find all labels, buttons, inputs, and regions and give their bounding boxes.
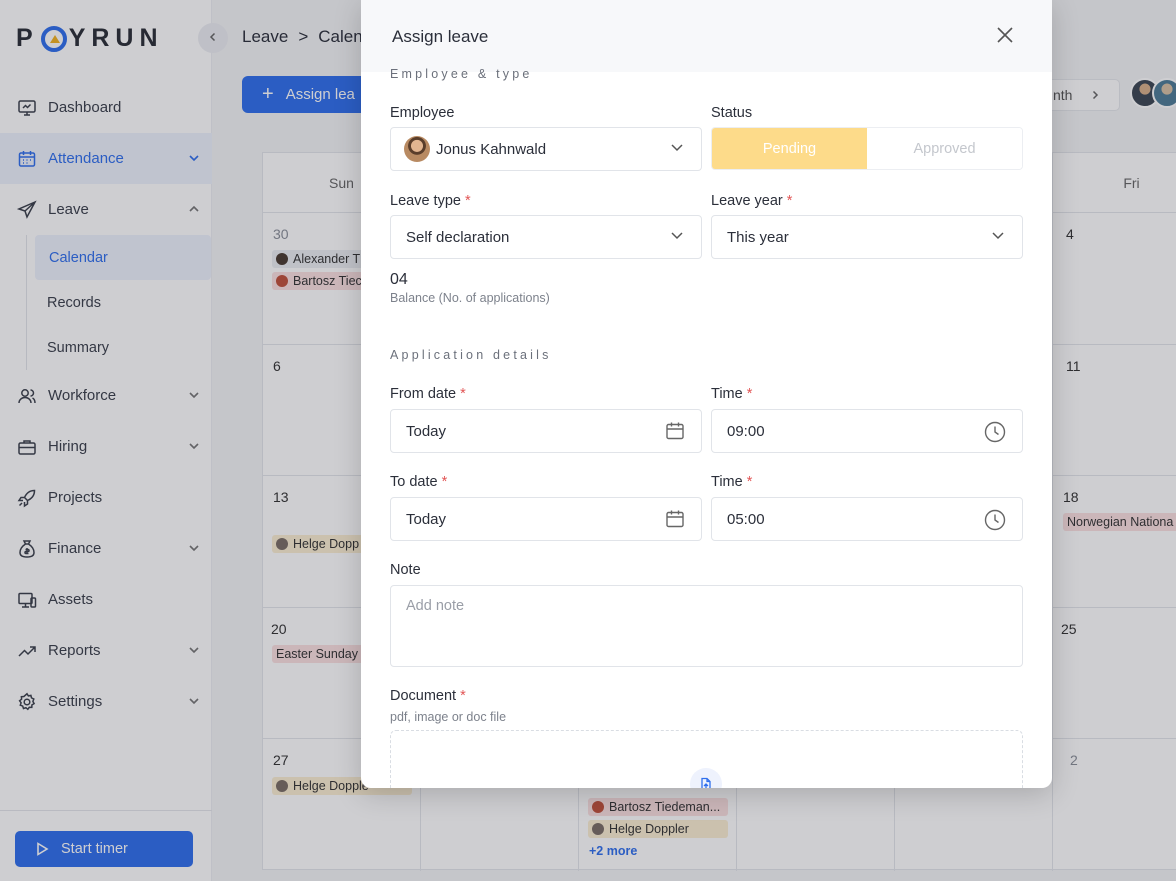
note-placeholder: Add note bbox=[406, 598, 465, 614]
leave-year-value: This year bbox=[727, 228, 789, 246]
status-label: Status bbox=[711, 105, 753, 121]
avatar bbox=[404, 136, 430, 162]
to-time-value: 05:00 bbox=[727, 510, 765, 528]
clock-icon[interactable] bbox=[984, 421, 1006, 443]
to-time-label: Time * bbox=[711, 474, 753, 490]
assign-leave-modal: Assign leave Employee & type Employee Jo… bbox=[361, 0, 1052, 788]
from-time-input[interactable]: 09:00 bbox=[711, 409, 1023, 453]
calendar-icon[interactable] bbox=[665, 421, 685, 441]
chevron-down-icon bbox=[669, 139, 685, 155]
balance-value: 04 bbox=[390, 271, 408, 288]
section-title-employee: Employee & type bbox=[390, 67, 533, 81]
clock-icon[interactable] bbox=[984, 509, 1006, 531]
close-icon[interactable] bbox=[996, 26, 1014, 44]
modal-title: Assign leave bbox=[392, 27, 489, 46]
balance-caption: Balance (No. of applications) bbox=[390, 291, 550, 305]
status-toggle: Pending Approved bbox=[711, 127, 1023, 170]
status-approved-button[interactable]: Approved bbox=[867, 128, 1022, 169]
document-label: Document * bbox=[390, 688, 466, 704]
to-date-label: To date * bbox=[390, 474, 448, 490]
chevron-down-icon bbox=[669, 227, 685, 243]
employee-select[interactable]: Jonus Kahnwald bbox=[390, 127, 702, 171]
section-title-application: Application details bbox=[390, 348, 552, 362]
leave-type-value: Self declaration bbox=[406, 228, 510, 246]
from-date-value: Today bbox=[406, 422, 447, 440]
modal-header: Assign leave bbox=[361, 0, 1052, 72]
leave-year-label: Leave year * bbox=[711, 193, 793, 209]
calendar-icon[interactable] bbox=[665, 509, 685, 529]
to-date-value: Today bbox=[406, 510, 447, 528]
from-time-label: Time * bbox=[711, 386, 753, 402]
to-date-input[interactable]: Today bbox=[390, 497, 702, 541]
chevron-down-icon bbox=[990, 227, 1006, 243]
from-time-value: 09:00 bbox=[727, 422, 765, 440]
leave-type-label: Leave type * bbox=[390, 193, 471, 209]
status-pending-button[interactable]: Pending bbox=[712, 128, 867, 169]
leave-year-select[interactable]: This year bbox=[711, 215, 1023, 259]
note-label: Note bbox=[390, 562, 421, 578]
note-textarea[interactable]: Add note bbox=[390, 585, 1023, 667]
document-hint: pdf, image or doc file bbox=[390, 710, 507, 724]
employee-value: Jonus Kahnwald bbox=[436, 140, 547, 158]
from-date-label: From date * bbox=[390, 386, 466, 402]
leave-type-select[interactable]: Self declaration bbox=[390, 215, 702, 259]
to-time-input[interactable]: 05:00 bbox=[711, 497, 1023, 541]
employee-label: Employee bbox=[390, 105, 455, 121]
from-date-input[interactable]: Today bbox=[390, 409, 702, 453]
